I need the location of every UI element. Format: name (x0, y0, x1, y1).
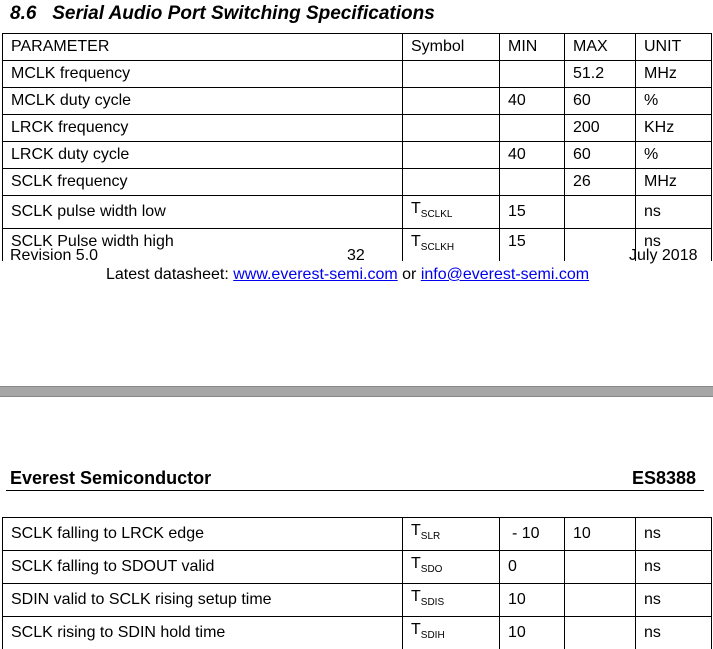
min-cell: 15 (500, 229, 565, 262)
column-header: MAX (565, 34, 636, 61)
latest-datasheet-line: Latest datasheet: www.everest-semi.com o… (106, 266, 589, 284)
page-break-divider (0, 386, 713, 397)
unit-cell: % (636, 88, 712, 115)
unit-cell: ns (636, 584, 712, 617)
symbol-cell: TSLR (403, 518, 500, 551)
min-cell (500, 169, 565, 196)
table-row: SCLK rising to SDIN hold time TSDIH 10 n… (3, 617, 712, 649)
unit-cell: KHz (636, 115, 712, 142)
min-cell: 40 (500, 88, 565, 115)
min-cell: 40 (500, 142, 565, 169)
column-header: UNIT (636, 34, 712, 61)
column-header: MIN (500, 34, 565, 61)
symbol-cell: TSDIS (403, 584, 500, 617)
table-row: SCLK pulse width low TSCLKL 15 ns (3, 196, 712, 229)
section-title: 8.6 Serial Audio Port Switching Specific… (10, 3, 435, 25)
symbol-cell: TSCLKH (403, 229, 500, 262)
unit-cell: ns (636, 617, 712, 649)
max-cell (565, 229, 636, 262)
unit-cell: MHz (636, 169, 712, 196)
parameter-cell: SCLK pulse width low (3, 196, 403, 229)
max-cell (565, 551, 636, 584)
unit-cell: ns (636, 196, 712, 229)
min-cell: 10 (500, 584, 565, 617)
unit-cell: % (636, 142, 712, 169)
symbol-cell (403, 169, 500, 196)
spec-table-bottom: SCLK falling to LRCK edge TSLR - 10 10 n… (2, 517, 712, 649)
min-cell: 0 (500, 551, 565, 584)
max-cell: 60 (565, 88, 636, 115)
page-number: 32 (347, 247, 365, 265)
max-cell: 26 (565, 169, 636, 196)
column-header: PARAMETER (3, 34, 403, 61)
part-number: ES8388 (632, 468, 696, 489)
table-row: LRCK frequency 200 KHz (3, 115, 712, 142)
table-row: SCLK frequency 26 MHz (3, 169, 712, 196)
max-cell (565, 617, 636, 649)
unit-cell: ns (636, 551, 712, 584)
min-cell (500, 115, 565, 142)
parameter-cell: SCLK falling to LRCK edge (3, 518, 403, 551)
table-header-row: PARAMETER Symbol MIN MAX UNIT (3, 34, 712, 61)
symbol-cell: TSCLKL (403, 196, 500, 229)
symbol-cell (403, 61, 500, 88)
date-label: July 2018 (629, 247, 698, 265)
email-link[interactable]: info@everest-semi.com (421, 266, 589, 283)
max-cell: 60 (565, 142, 636, 169)
min-cell (500, 61, 565, 88)
unit-cell: ns (636, 518, 712, 551)
latest-prefix: Latest datasheet: (106, 266, 233, 283)
company-name: Everest Semiconductor (10, 468, 211, 489)
parameter-cell: LRCK duty cycle (3, 142, 403, 169)
symbol-cell: TSDO (403, 551, 500, 584)
symbol-cell (403, 142, 500, 169)
column-header: Symbol (403, 34, 500, 61)
max-cell: 200 (565, 115, 636, 142)
parameter-cell: LRCK frequency (3, 115, 403, 142)
max-cell: 10 (565, 518, 636, 551)
min-cell: 10 (500, 617, 565, 649)
parameter-cell: MCLK duty cycle (3, 88, 403, 115)
unit-cell: MHz (636, 61, 712, 88)
header-rule (6, 490, 704, 491)
or-text: or (398, 266, 421, 283)
table-row: SCLK falling to LRCK edge TSLR - 10 10 n… (3, 518, 712, 551)
symbol-cell: TSDIH (403, 617, 500, 649)
max-cell (565, 196, 636, 229)
parameter-cell: SCLK rising to SDIN hold time (3, 617, 403, 649)
table-row: MCLK duty cycle 40 60 % (3, 88, 712, 115)
table-row: SCLK falling to SDOUT valid TSDO 0 ns (3, 551, 712, 584)
parameter-cell: SDIN valid to SCLK rising setup time (3, 584, 403, 617)
parameter-cell: MCLK frequency (3, 61, 403, 88)
table-row: SDIN valid to SCLK rising setup time TSD… (3, 584, 712, 617)
symbol-cell (403, 88, 500, 115)
max-cell: 51.2 (565, 61, 636, 88)
parameter-cell: SCLK frequency (3, 169, 403, 196)
website-link[interactable]: www.everest-semi.com (233, 266, 397, 283)
spec-table-top: PARAMETER Symbol MIN MAX UNIT MCLK frequ… (2, 33, 712, 261)
table-row: MCLK frequency 51.2 MHz (3, 61, 712, 88)
table-row: LRCK duty cycle 40 60 % (3, 142, 712, 169)
revision-label: Revision 5.0 (10, 247, 98, 265)
parameter-cell: SCLK falling to SDOUT valid (3, 551, 403, 584)
min-cell: - 10 (500, 518, 565, 551)
max-cell (565, 584, 636, 617)
symbol-cell (403, 115, 500, 142)
min-cell: 15 (500, 196, 565, 229)
